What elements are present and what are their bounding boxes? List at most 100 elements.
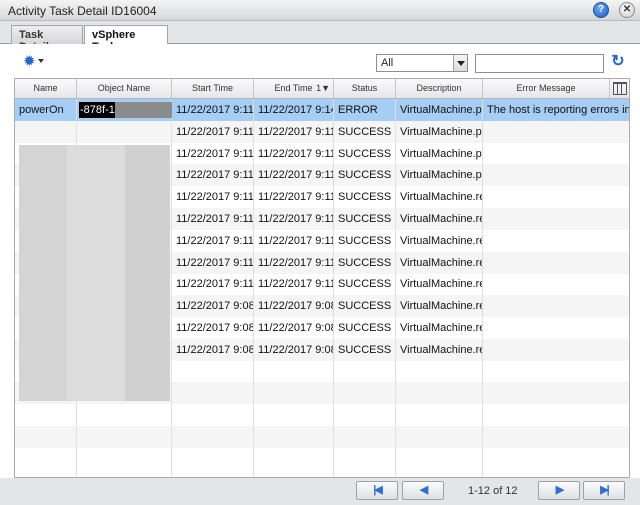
previous-page-button[interactable]: ◀ [402,481,444,500]
column-chooser-icon[interactable] [613,82,627,95]
cell-end: 11/22/2017 9:11 [258,278,334,291]
column-header-status[interactable]: Status [334,79,396,98]
cell-end: 11/22/2017 9:08 [258,300,334,313]
cell-end: 11/22/2017 9:11 [258,169,334,182]
first-page-button[interactable]: |◀ [356,481,398,500]
previous-page-icon: ◀ [419,484,428,496]
activity-task-detail-dialog: Activity Task Detail ID16004 ? ✕ Task De… [0,0,640,505]
cell-end: 11/22/2017 9:14 [258,104,334,116]
cell-status: SUCCESS [338,147,392,160]
cell-error [483,252,629,274]
cell-description: VirtualMachine.rec [400,322,483,334]
last-page-icon: ▶| [600,484,610,496]
redacted-area [19,145,170,401]
help-icon: ? [597,4,605,15]
cell-end: 11/22/2017 9:11 [258,125,334,138]
end-time-label: End Time [274,83,313,93]
filter-select[interactable]: All [376,54,468,72]
cell-description: VirtualMachine.rec [400,234,483,247]
cell-status: SUCCESS [338,125,392,138]
refresh-icon[interactable]: ↻ [610,53,626,71]
column-header-object-name[interactable]: Object Name [77,79,172,98]
cell-status: SUCCESS [338,300,392,313]
dropdown-arrow-icon[interactable] [453,55,467,71]
actions-menu-button[interactable]: ✹ [23,53,45,70]
table-row[interactable] [15,426,629,448]
gear-icon: ✹ [23,53,36,70]
filter-select-value: All [381,57,394,69]
cell-description: VirtualMachine.pov [400,125,483,138]
cell-error [483,339,629,361]
window-title: Activity Task Detail ID16004 [8,4,157,18]
table-row[interactable] [15,404,629,426]
cell-error [483,273,629,295]
cell-start: 11/22/2017 9:08 I [176,343,254,356]
column-header-description[interactable]: Description [396,79,483,98]
cell-end: 11/22/2017 9:11 [258,147,334,160]
cell-start: 11/22/2017 9:11 F [176,213,254,225]
cell-start: 11/22/2017 9:11 F [176,278,254,291]
grid-toolbar: ✹ All ↻ [0,44,640,78]
cell-description: VirtualMachine.rec [400,213,483,225]
column-header-name[interactable]: Name [15,79,77,98]
cell-status: SUCCESS [338,169,392,182]
column-divider [253,99,254,477]
page-count: 1-12 of 12 [468,485,518,497]
redaction-block [115,102,172,118]
cell-status: SUCCESS [338,213,392,225]
cell-error [483,295,629,317]
next-page-button[interactable]: ▶ [538,481,580,500]
column-header-start-time[interactable]: Start Time [172,79,254,98]
cell-start: 11/22/2017 9:11 F [176,104,254,116]
cell-status: SUCCESS [338,278,392,291]
cell-status: ERROR [338,104,378,116]
cell-error [483,143,629,165]
redaction-block [19,145,67,401]
column-divider [333,99,334,477]
grid-header: Name Object Name Start Time End Time 1▼ … [15,79,629,99]
cell-description: VirtualMachine.rec [400,300,483,313]
cell-start: 11/22/2017 9:11 F [176,169,254,182]
title-bar: Activity Task Detail ID16004 ? ✕ [0,0,640,21]
first-page-icon: |◀ [373,484,383,496]
cell-start: 11/22/2017 9:11 F [176,147,254,160]
column-divider [395,99,396,477]
cell-description: VirtualMachine.rec [400,278,483,291]
cell-error [483,186,629,208]
cell-description: VirtualMachine.rec [400,191,483,204]
cell-end: 11/22/2017 9:08 [258,343,334,356]
table-row[interactable]: 11/22/2017 9:11 F 11/22/2017 9:11 SUCCESS V… [15,120,629,143]
last-page-button[interactable]: ▶| [583,481,625,500]
table-row[interactable] [15,448,629,470]
cell-error [483,121,629,143]
cell-error [483,230,629,252]
cell-status: SUCCESS [338,234,392,247]
cell-status: SUCCESS [338,191,392,204]
cell-description: VirtualMachine.pov [400,147,483,160]
column-header-end-time[interactable]: End Time 1▼ [254,79,334,98]
cell-status: SUCCESS [338,322,392,334]
tab-vsphere-tasks[interactable]: vSphere Tasks [84,25,168,53]
cell-end: 11/22/2017 9:11 [258,191,334,204]
cell-error [483,317,629,339]
chevron-down-icon [38,59,44,63]
column-divider [171,99,172,477]
cell-start: 11/22/2017 9:11 F [176,191,254,204]
tasks-grid: Name Object Name Start Time End Time 1▼ … [14,78,630,478]
cell-name [15,121,77,143]
help-button[interactable]: ? [593,2,609,18]
selected-object-name: -878f-13 [79,102,172,118]
cell-status: SUCCESS [338,256,392,269]
vsphere-tasks-panel: ✹ All ↻ Name Object Name Start Time End … [0,44,640,505]
pagination-bar: |◀ ◀ 1-12 of 12 ▶ ▶| [0,478,640,505]
cell-end: 11/22/2017 9:08 [258,322,334,334]
cell-description: VirtualMachine.rec [400,256,483,269]
tab-task-details[interactable]: Task Details [11,25,83,53]
cell-error: The host is reporting errors in its [487,104,630,116]
column-divider [482,99,483,477]
close-button[interactable]: ✕ [619,2,635,18]
search-input[interactable] [475,54,604,73]
grid-body: 11/22/2017 9:08 I 11/22/2017 9:08 SUCCESS V… [15,99,630,477]
column-header-error-message[interactable]: Error Message [483,79,610,98]
tab-bar: Task Details vSphere Tasks [0,22,640,53]
